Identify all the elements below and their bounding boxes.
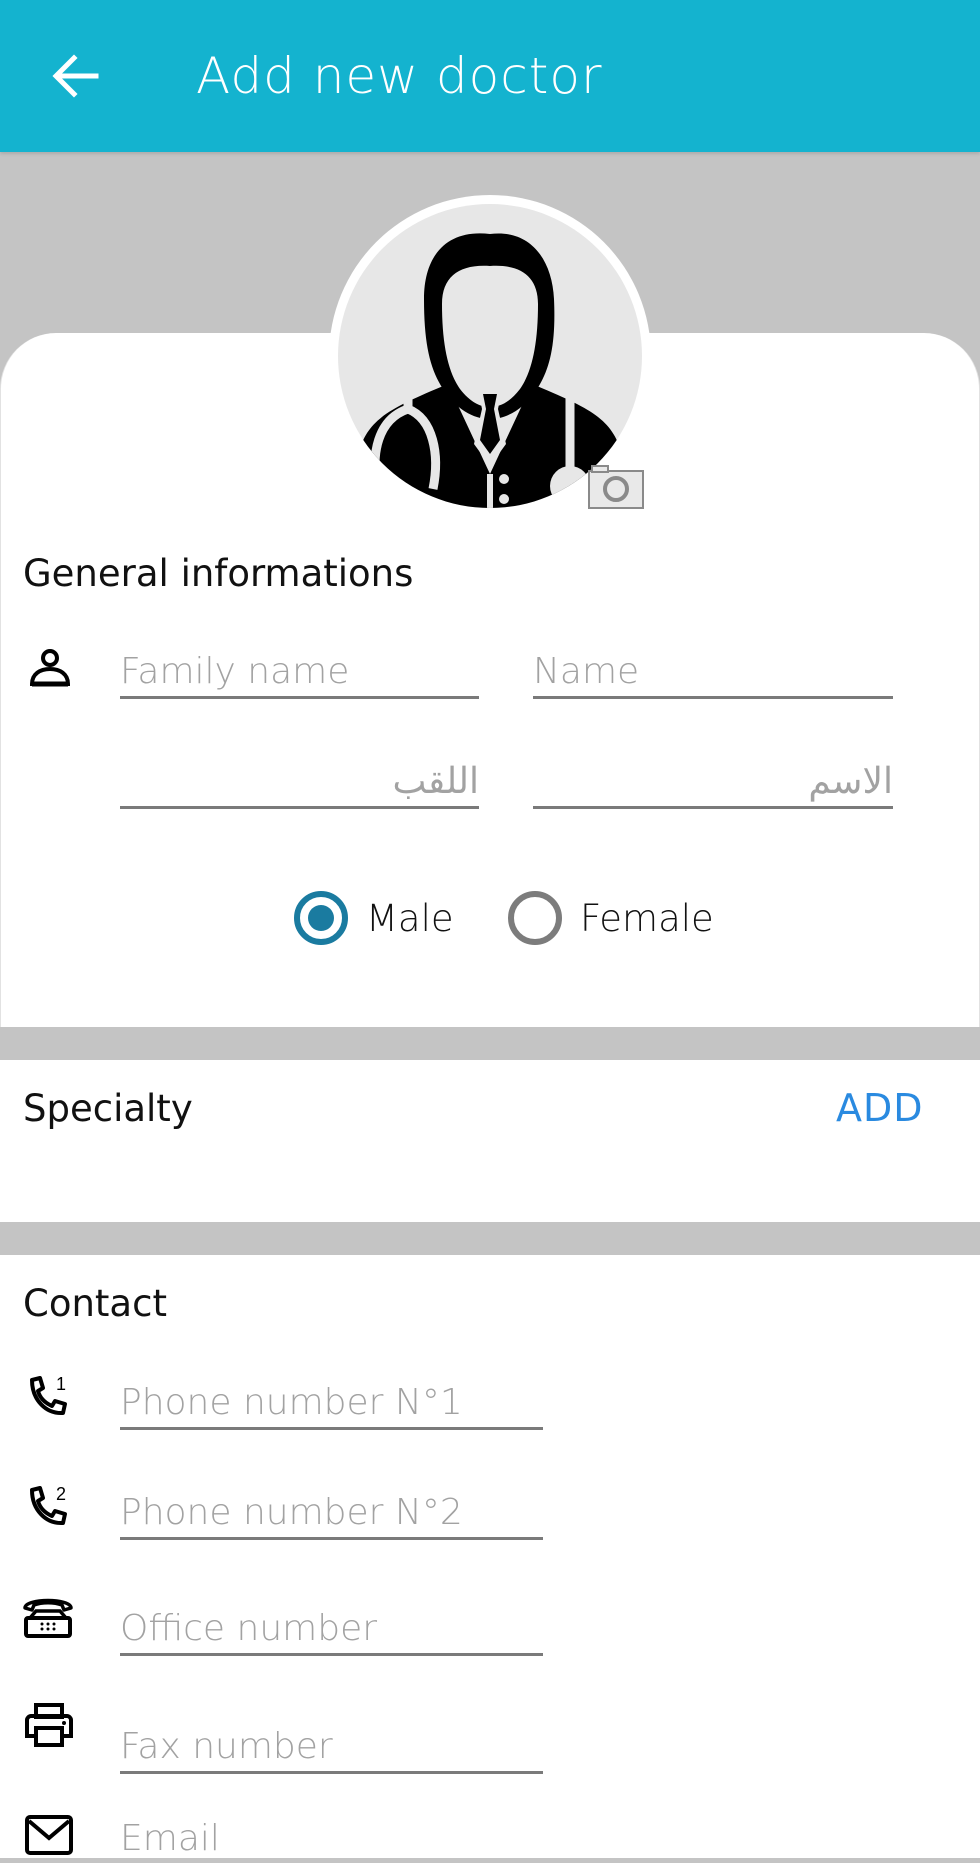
email-icon [25,1815,73,1855]
family-name-arabic-input[interactable] [120,761,479,802]
office-phone-icon [23,1598,73,1638]
gender-label-male: Male [366,896,454,940]
radio-selected-icon[interactable] [294,891,348,945]
phone-2-icon: 2 [30,1484,67,1526]
family-name-input[interactable] [120,651,479,692]
phone-2-input[interactable] [120,1492,543,1533]
email-input[interactable] [120,1818,543,1859]
name-input[interactable] [533,651,893,692]
svg-text:2: 2 [56,1484,66,1504]
gender-radio-female[interactable]: Female [508,890,714,946]
name-field[interactable] [533,644,893,699]
camera-icon [588,465,644,509]
phone-2-field[interactable] [120,1485,543,1540]
office-number-field[interactable] [120,1601,543,1656]
person-icon [29,649,71,687]
fax-printer-icon [25,1703,73,1747]
contact-title: Contact [23,1282,167,1325]
office-number-input[interactable] [120,1608,543,1649]
back-button[interactable] [48,48,104,104]
family-name-field[interactable] [120,644,479,699]
fax-number-input[interactable] [120,1726,543,1767]
email-field[interactable] [120,1811,543,1863]
phone-1-icon: 1 [30,1374,67,1416]
phone-1-field[interactable] [120,1375,543,1430]
page-title: Add new doctor [196,47,603,105]
gender-label-female: Female [580,896,714,940]
name-arabic-input[interactable] [533,761,893,802]
svg-text:1: 1 [56,1374,66,1394]
specialty-title: Specialty [23,1087,193,1130]
general-info-title: General informations [23,552,414,595]
change-photo-button[interactable] [586,462,646,510]
specialty-section [0,1060,980,1222]
app-bar: Add new doctor [0,0,980,152]
phone-1-input[interactable] [120,1382,543,1423]
family-name-arabic-field[interactable] [120,754,479,809]
fax-number-field[interactable] [120,1719,543,1774]
gender-radio-male[interactable]: Male [294,890,454,946]
name-arabic-field[interactable] [533,754,893,809]
radio-unselected-icon[interactable] [508,891,562,945]
add-specialty-button[interactable]: ADD [836,1086,924,1130]
arrow-left-icon [52,54,99,98]
